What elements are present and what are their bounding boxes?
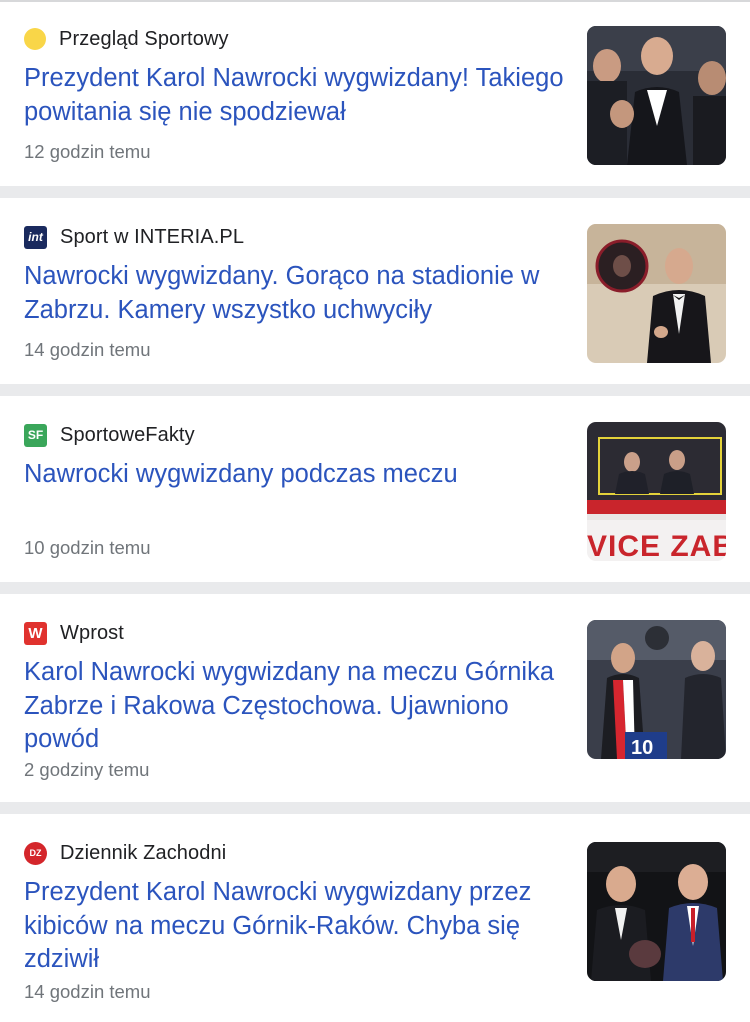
article-thumbnail[interactable] <box>587 842 726 981</box>
article-time: 14 godzin temu <box>24 981 151 1002</box>
source-name: SportoweFakty <box>60 423 195 446</box>
news-card[interactable]: int Sport w INTERIA.PL Nawrocki wygwizda… <box>0 198 750 384</box>
thumbnail-caption: VICE ZAB <box>587 530 726 561</box>
source-name: Przegląd Sportowy <box>59 27 229 50</box>
sportowefakty-logo-icon: SF <box>24 423 47 447</box>
article-time: 2 godziny temu <box>24 759 150 780</box>
thumbnail-caption: 10 <box>631 737 653 759</box>
article-time: 12 godzin temu <box>24 141 151 162</box>
divider <box>0 0 750 2</box>
article-headline[interactable]: Karol Nawrocki wygwizdany na meczu Górni… <box>24 656 569 757</box>
yellow-dot-icon <box>24 28 46 50</box>
source-row: Przegląd Sportowy <box>24 26 229 52</box>
article-headline[interactable]: Nawrocki wygwizdany podczas meczu <box>24 458 569 492</box>
source-row: DZ Dziennik Zachodni <box>24 840 226 866</box>
source-name: Wprost <box>60 621 124 644</box>
article-thumbnail[interactable] <box>587 224 726 363</box>
news-card[interactable]: W Wprost Karol Nawrocki wygwizdany na me… <box>0 594 750 802</box>
article-thumbnail[interactable]: VICE ZAB <box>587 422 726 561</box>
source-row: int Sport w INTERIA.PL <box>24 224 244 250</box>
article-time: 14 godzin temu <box>24 339 151 360</box>
news-card[interactable]: DZ Dziennik Zachodni Prezydent Karol Naw… <box>0 814 750 1022</box>
news-card[interactable]: Przegląd Sportowy Prezydent Karol Nawroc… <box>0 0 750 186</box>
article-thumbnail[interactable]: 10 <box>587 620 726 759</box>
interia-logo-icon: int <box>24 225 47 249</box>
source-row: SF SportoweFakty <box>24 422 195 448</box>
article-headline[interactable]: Prezydent Karol Nawrocki wygwizdany prze… <box>24 876 569 977</box>
article-time: 10 godzin temu <box>24 537 151 558</box>
article-headline[interactable]: Prezydent Karol Nawrocki wygwizdany! Tak… <box>24 62 569 129</box>
article-headline[interactable]: Nawrocki wygwizdany. Gorąco na stadionie… <box>24 260 569 327</box>
news-feed: Przegląd Sportowy Prezydent Karol Nawroc… <box>0 0 750 1022</box>
news-card[interactable]: SF SportoweFakty Nawrocki wygwizdany pod… <box>0 396 750 582</box>
source-name: Dziennik Zachodni <box>60 841 227 864</box>
dziennik-zachodni-logo-icon: DZ <box>24 841 47 865</box>
source-row: W Wprost <box>24 620 124 646</box>
source-name: Sport w INTERIA.PL <box>60 225 245 248</box>
article-thumbnail[interactable] <box>587 26 726 165</box>
wprost-logo-icon: W <box>24 621 47 645</box>
